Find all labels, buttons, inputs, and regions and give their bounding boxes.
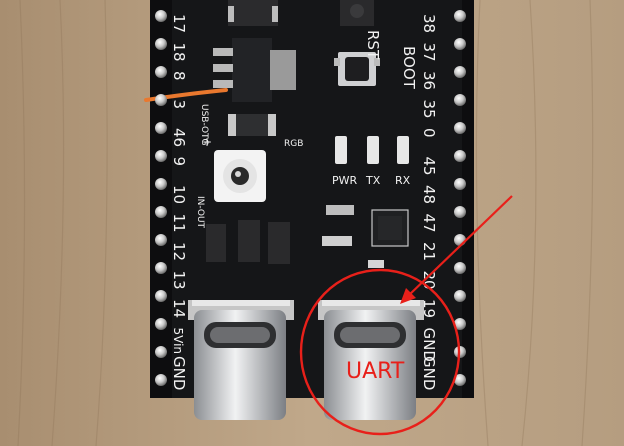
left-pin-label-11: 5Vin [171,328,185,355]
right-pin-label-4: 0 [420,128,438,138]
left-pin-label-9: 13 [170,271,188,290]
header-pin [454,150,466,162]
header-pin [454,206,466,218]
left-pin-label-1: 18 [170,43,188,62]
led-label-rx: RX [395,174,411,187]
rst-label: RST [364,30,382,60]
led-label-pwr: PWR [332,174,358,187]
left-pin-label-6: 10 [170,185,188,204]
right-pin-label-7: 47 [420,214,438,233]
left-pin-label-12: GND [170,356,188,390]
in-out-label: IN-OUT [195,196,205,229]
left-pin-label-10: 14 [170,299,188,318]
rgb-led [214,150,266,202]
led-label-tx: TX [365,174,381,187]
left-pin-label-4: 46 [170,128,188,147]
header-pin [155,94,167,106]
usb-c-port-left [188,300,294,420]
right-pin-label-5: 45 [420,157,438,176]
header-pin [155,38,167,50]
left-pin-label-5: 9 [170,157,188,167]
header-pin [454,234,466,246]
header-pin [454,178,466,190]
usb-uart-chip [371,209,409,247]
photo: RST BOOT RGB USB-OTG + IN-OUT PWR TX RX … [0,0,624,446]
header-pin [155,290,167,302]
header-pin [454,10,466,22]
header-pin [155,66,167,78]
right-pin-label-10: 19 [420,299,438,318]
header-pin [155,122,167,134]
status-leds [335,136,409,164]
left-pin-label-7: 11 [170,214,188,233]
right-pin-labels: 383736350454847212019GNDGND [420,14,438,390]
header-pin [155,318,167,330]
right-pin-label-2: 36 [420,71,438,90]
header-pin [454,38,466,50]
header-pin [454,66,466,78]
header-pin [155,206,167,218]
right-pin-label-8: 21 [420,242,438,261]
rgb-label: RGB [284,139,303,149]
right-pin-label-12: GND [420,356,438,390]
plus-label: + [202,135,212,149]
boot-label: BOOT [400,46,418,90]
header-pin [454,94,466,106]
header-pin [155,150,167,162]
left-pin-label-2: 8 [170,71,188,81]
annotation-uart-text: UART [346,359,405,384]
right-pin-label-6: 48 [420,185,438,204]
header-pin [155,374,167,386]
left-pin-labels: 17188346910111213145VinGND [170,14,188,390]
header-pin [155,262,167,274]
header-pin [454,262,466,274]
diode [228,114,276,136]
left-pin-label-8: 12 [170,242,188,261]
header-pin [155,10,167,22]
header-pin [155,234,167,246]
header-pin [155,178,167,190]
header-pin [155,346,167,358]
right-pin-label-1: 37 [420,43,438,62]
right-pin-label-3: 35 [420,100,438,119]
right-pin-label-0: 38 [420,14,438,33]
left-pin-label-0: 17 [170,14,188,33]
left-pin-label-3: 3 [170,100,188,110]
header-pin [454,122,466,134]
header-pin [454,290,466,302]
